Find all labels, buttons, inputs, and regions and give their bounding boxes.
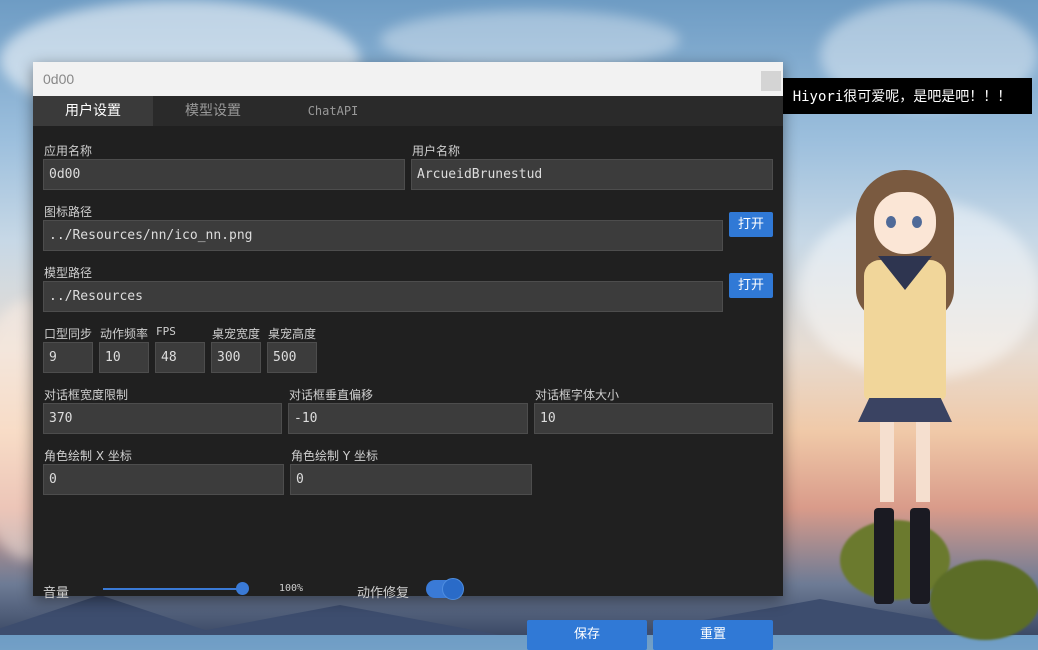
title-bar[interactable]: 0d00 [33,62,783,96]
model-path-label: 模型路径 [44,266,93,280]
motion-fix-label: 动作修复 [357,586,410,601]
draw-x-label: 角色绘制 X 坐标 [44,449,132,463]
lip-sync-input[interactable]: 9 [43,342,93,373]
dialog-vertical-offset-input[interactable]: -10 [288,403,528,434]
draw-y-input[interactable]: 0 [290,464,532,495]
draw-y-label: 角色绘制 Y 坐标 [291,449,378,463]
dialog-width-limit-label: 对话框宽度限制 [44,388,129,402]
tab-user-settings[interactable]: 用户设置 [33,96,153,126]
motion-fix-toggle[interactable] [426,578,464,600]
model-path-input[interactable]: ../Resources [43,281,723,312]
dialog-width-limit-input[interactable]: 370 [43,403,282,434]
app-name-input[interactable]: 0d00 [43,159,405,190]
speech-bubble: Hiyori很可爱呢，是吧是吧！！！ [772,78,1032,114]
dialog-font-size-input[interactable]: 10 [534,403,773,434]
draw-x-input[interactable]: 0 [43,464,284,495]
settings-window: 0d00 用户设置 模型设置 ChatAPI 应用名称 0d00 用户名称 Ar… [33,62,783,650]
volume-slider-thumb[interactable] [236,582,249,595]
pet-width-input[interactable]: 300 [211,342,261,373]
user-name-input[interactable]: ArcueidBrunestud [411,159,773,190]
app-name-label: 应用名称 [44,144,93,158]
pet-width-label: 桌宠宽度 [212,327,261,341]
tab-bar: 用户设置 模型设置 ChatAPI [33,96,783,126]
icon-path-open-button[interactable]: 打开 [729,212,773,237]
user-name-label: 用户名称 [412,144,461,158]
pet-height-input[interactable]: 500 [267,342,317,373]
toggle-knob [442,578,464,600]
motion-frequency-input[interactable]: 10 [99,342,149,373]
character-sprite[interactable] [850,170,960,620]
fps-label: FPS [156,325,176,338]
user-settings-panel: 应用名称 0d00 用户名称 ArcueidBrunestud 图标路径 ../… [33,126,783,650]
fps-input[interactable]: 48 [155,342,205,373]
window-control-button[interactable] [761,71,781,91]
dialog-vertical-offset-label: 对话框垂直偏移 [289,388,374,402]
dialog-font-size-label: 对话框字体大小 [535,388,620,402]
save-button[interactable]: 保存 [527,620,647,650]
reset-button[interactable]: 重置 [653,620,773,650]
icon-path-input[interactable]: ../Resources/nn/ico_nn.png [43,220,723,251]
pet-height-label: 桌宠高度 [268,327,317,341]
window-title: 0d00 [43,71,75,87]
motion-frequency-label: 动作频率 [100,327,149,341]
volume-label: 音量 [43,586,70,601]
lip-sync-label: 口型同步 [44,327,93,341]
model-path-open-button[interactable]: 打开 [729,273,773,298]
icon-path-label: 图标路径 [44,205,93,219]
volume-slider-track[interactable] [103,588,243,590]
tab-model-settings[interactable]: 模型设置 [153,96,273,126]
tab-chatapi[interactable]: ChatAPI [273,96,393,126]
volume-value: 100% [279,583,304,594]
